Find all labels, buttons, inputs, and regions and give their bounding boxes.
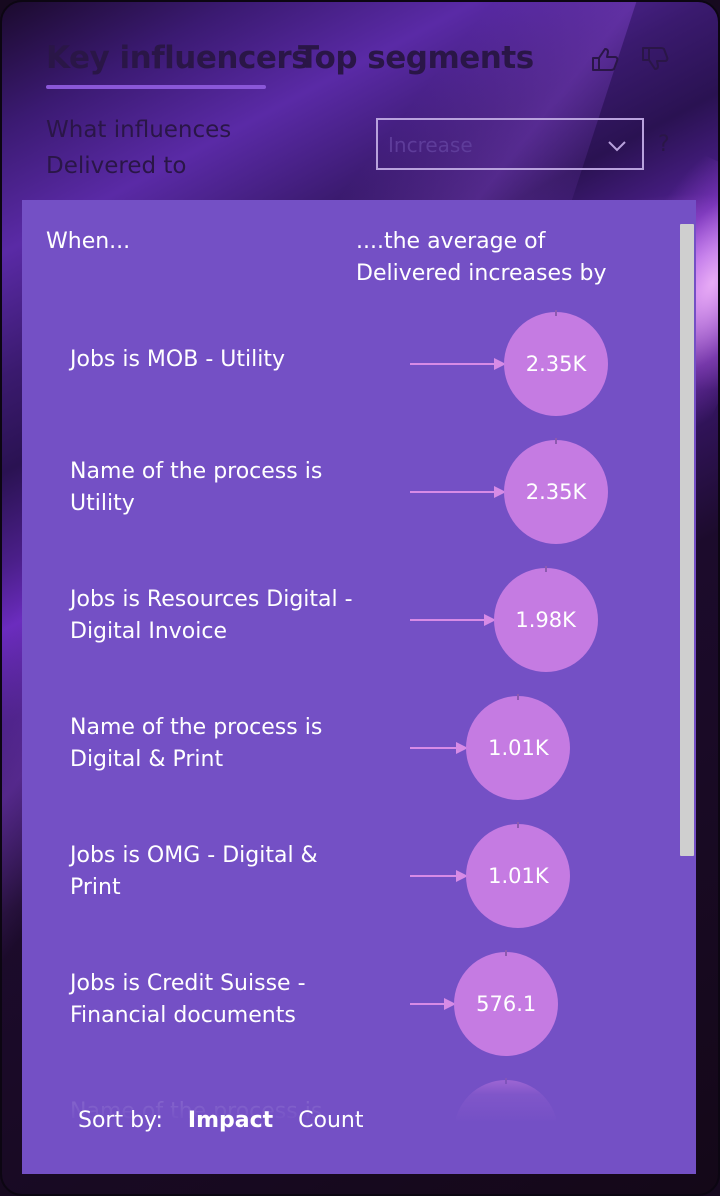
chevron-down-icon bbox=[606, 134, 628, 156]
influencer-label: Jobs is Resources Digital - Digital Invo… bbox=[70, 587, 353, 644]
influencer-label: Name of the process is Utility bbox=[70, 459, 323, 516]
influencer-label: Jobs is OMG - Digital & Print bbox=[70, 843, 318, 900]
sort-label: Sort by: bbox=[78, 1108, 163, 1133]
dropdown-value: Increase bbox=[388, 133, 473, 157]
impact-bubble[interactable]: 576.1 bbox=[454, 950, 559, 1056]
when-column-header: When... bbox=[46, 229, 131, 254]
influencer-row[interactable]: Name of the process is Digital & Print 1.… bbox=[22, 684, 672, 812]
impact-connector bbox=[410, 619, 486, 621]
scrollbar[interactable] bbox=[680, 224, 694, 856]
help-icon[interactable]: ? bbox=[658, 132, 670, 157]
influencer-label: Jobs is MOB - Utility bbox=[70, 347, 285, 372]
influencer-label: Name of the process is Digital & Print bbox=[70, 715, 323, 772]
tab-top-segments[interactable]: Top segments bbox=[298, 40, 534, 76]
influencer-row[interactable]: Name of the process is Utility 2.35K bbox=[22, 428, 672, 556]
influencer-label: Jobs is Credit Suisse - Financial docume… bbox=[70, 971, 306, 1028]
impact-connector bbox=[410, 747, 459, 749]
tab-key-influencers[interactable]: Key influencers bbox=[46, 40, 310, 76]
impact-connector bbox=[410, 875, 459, 877]
impact-bubble[interactable]: 1.01K bbox=[466, 694, 571, 800]
increase-dropdown[interactable]: Increase bbox=[376, 118, 644, 170]
question-text: What influences Delivered to bbox=[46, 117, 232, 179]
influencer-row[interactable]: Jobs is MOB - Utility 2.35K bbox=[22, 300, 672, 428]
impact-bubble[interactable]: 1.01K bbox=[466, 822, 571, 928]
impact-bubble[interactable]: 2.35K bbox=[504, 438, 608, 544]
influencer-panel: When... ....the average of Delivered inc… bbox=[22, 200, 696, 1174]
sort-bar: Sort by: Impact Count bbox=[78, 1108, 364, 1133]
sort-by-impact[interactable]: Impact bbox=[188, 1108, 273, 1133]
influencer-row[interactable]: Jobs is Resources Digital - Digital Invo… bbox=[22, 556, 672, 684]
impact-bubble[interactable]: 1.98K bbox=[493, 566, 598, 672]
impact-connector bbox=[410, 491, 496, 493]
impact-connector bbox=[410, 363, 496, 365]
impact-bubble[interactable]: 2.35K bbox=[504, 310, 608, 416]
influencer-row[interactable]: Jobs is OMG - Digital & Print 1.01K bbox=[22, 812, 672, 940]
sort-by-count[interactable]: Count bbox=[298, 1108, 363, 1133]
average-column-header: ....the average of Delivered increases b… bbox=[356, 229, 607, 286]
impact-connector bbox=[410, 1003, 447, 1005]
active-tab-indicator bbox=[46, 85, 266, 89]
thumbs-down-icon[interactable] bbox=[640, 46, 672, 72]
thumbs-up-icon[interactable] bbox=[590, 46, 622, 72]
influencer-row[interactable]: Jobs is Credit Suisse - Financial docume… bbox=[22, 940, 672, 1068]
